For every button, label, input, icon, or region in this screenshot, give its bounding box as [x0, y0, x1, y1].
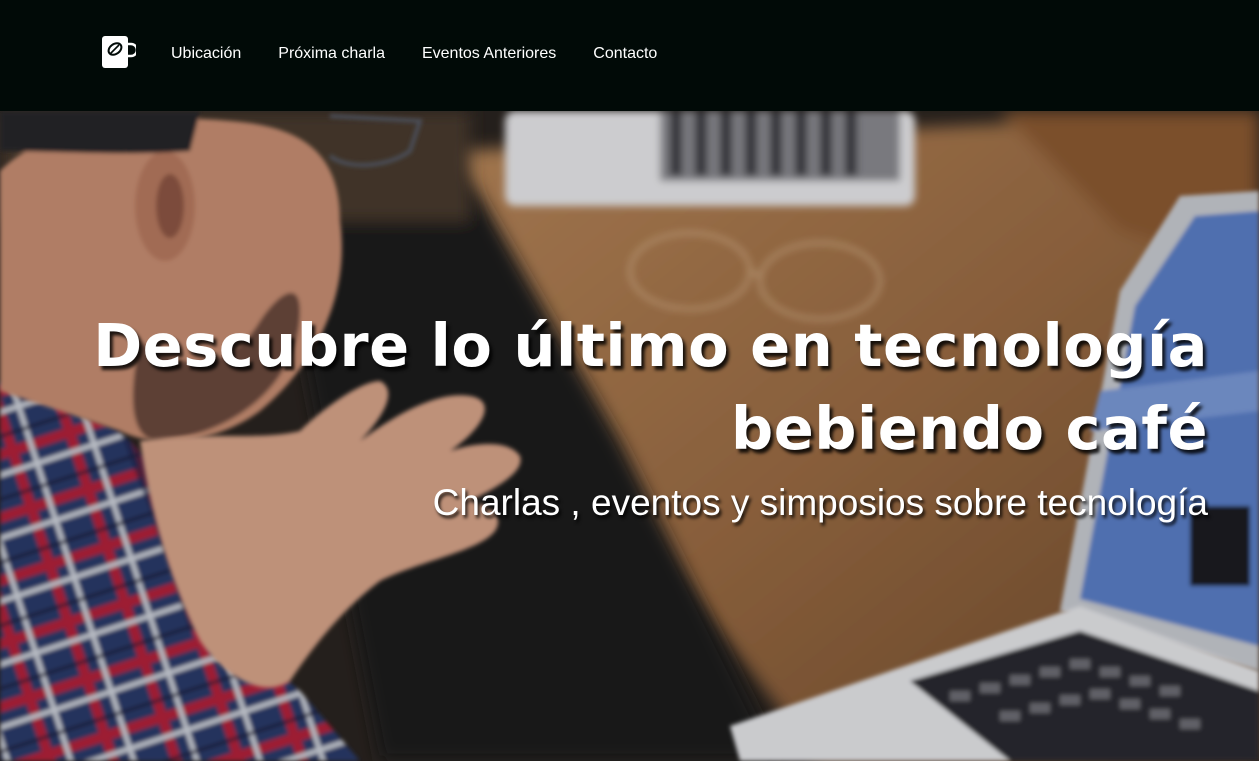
hero-text-block: Descubre lo último en tecnología bebiend… [48, 304, 1208, 524]
hero-subtitle: Charlas , eventos y simposios sobre tecn… [432, 482, 1208, 523]
nav-link-eventos-anteriores[interactable]: Eventos Anteriores [422, 45, 556, 63]
hero-title: Descubre lo último en tecnología bebiend… [93, 311, 1208, 463]
nav-link-contacto[interactable]: Contacto [593, 45, 657, 63]
navbar: Ubicación Próxima charla Eventos Anterio… [0, 0, 1259, 111]
nav-link-proxima-charla[interactable]: Próxima charla [278, 45, 385, 63]
nav-link-ubicacion[interactable]: Ubicación [171, 45, 241, 63]
nav-menu: Ubicación Próxima charla Eventos Anterio… [171, 0, 694, 108]
coffee-cup-logo-icon[interactable] [102, 36, 139, 70]
hero-section: Descubre lo último en tecnología bebiend… [0, 111, 1259, 761]
